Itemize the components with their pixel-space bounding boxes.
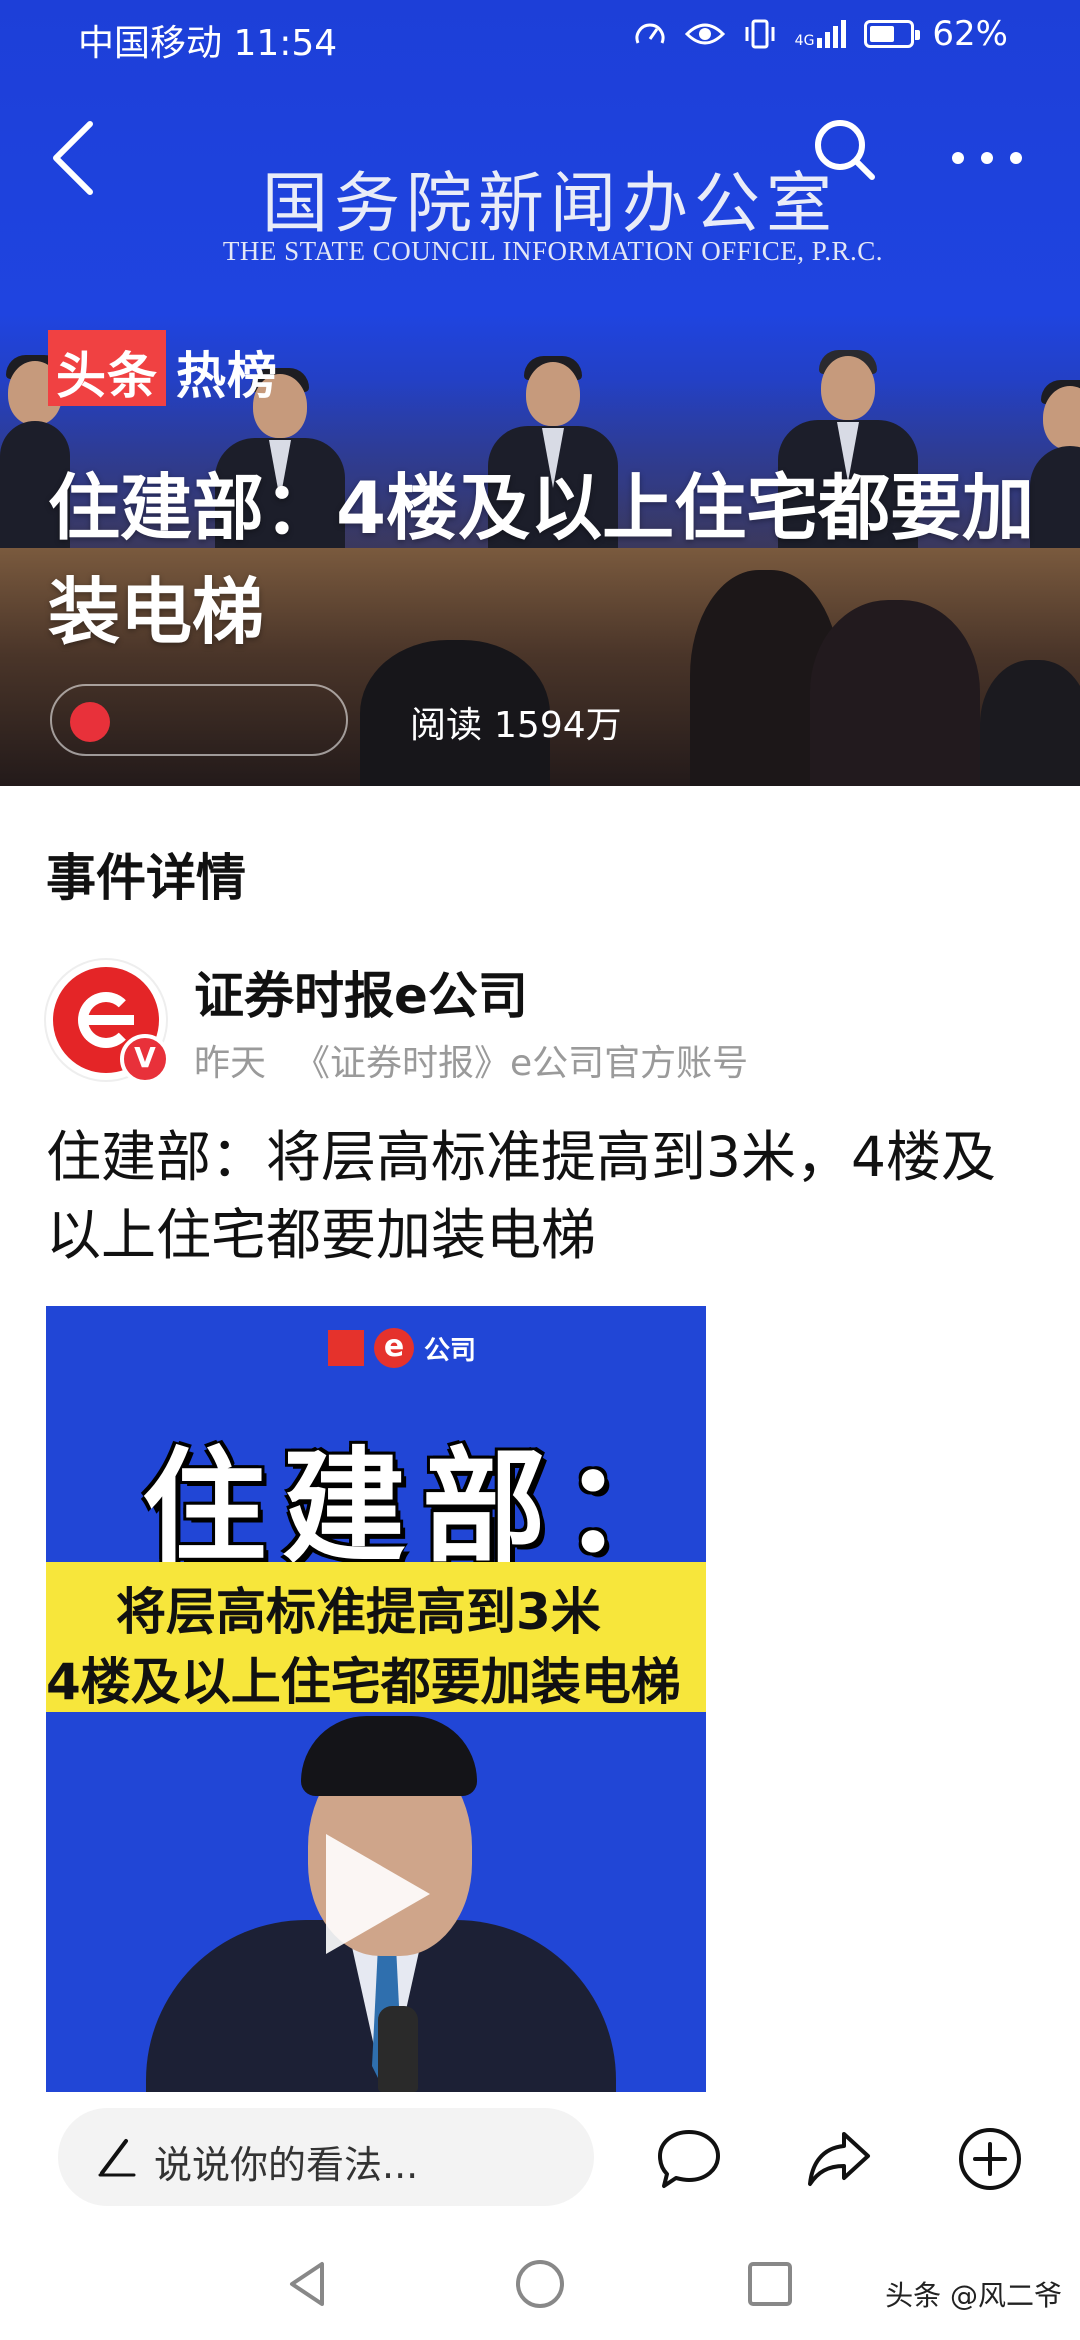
speaker-hair [301, 1716, 477, 1796]
comment-bar: 说说你的看法... [0, 2096, 1080, 2220]
play-icon[interactable] [326, 1834, 430, 1954]
comment-icon[interactable] [654, 2124, 724, 2194]
hot-list-badge[interactable]: 头条 热榜 [48, 330, 278, 406]
article-title[interactable]: 住建部：将层高标准提高到3米，4楼及以上住宅都要加装电梯 [46, 1118, 1046, 1274]
nav-back-icon[interactable] [280, 2254, 340, 2314]
video-caption-line2: 4楼及以上住宅都要加装电梯 [46, 1653, 681, 1711]
nav-recents-icon[interactable] [740, 2254, 800, 2314]
carrier-label: 中国移动 [78, 23, 223, 64]
pen-icon [98, 2139, 136, 2177]
watermark: 头条 @风二爷 [885, 2279, 1062, 2312]
video-caption-line1: 将层高标准提高到3米 [116, 1583, 601, 1641]
audience-silhouette [980, 660, 1080, 786]
author-name[interactable]: 证券时报e公司 [194, 956, 528, 1028]
badge-brand: 头条 [48, 330, 166, 406]
microphone [378, 2006, 418, 2092]
post-time: 昨天 [194, 1043, 267, 1084]
author-pill[interactable] [50, 684, 348, 756]
clock: 11:54 [233, 23, 338, 64]
speed-icon [635, 23, 665, 44]
vibrate-icon [745, 19, 775, 49]
logo-text: 公司 [424, 1335, 477, 1366]
comment-placeholder: 说说你的看法... [154, 2143, 419, 2187]
search-icon[interactable] [810, 115, 880, 185]
signal-icon: 4G [795, 20, 847, 48]
system-nav-bar: 头条 @风二爷 [0, 2230, 1080, 2340]
battery-icon [864, 20, 921, 48]
battery-level [870, 26, 895, 42]
backdrop-title-en: THE STATE COUNCIL INFORMATION OFFICE, P.… [222, 236, 884, 266]
more-horizontal-icon[interactable] [948, 128, 1026, 188]
chevron-left-icon[interactable] [44, 118, 104, 198]
section-title: 事件详情 [46, 849, 246, 907]
author-pill-avatar [70, 702, 110, 742]
read-label: 阅读 [410, 705, 483, 746]
plus-circle-icon[interactable] [955, 2124, 1025, 2194]
status-left: 中国移动 11:54 [78, 14, 337, 66]
network-type: 4G [794, 33, 815, 49]
status-bar: 中国移动 11:54 4G 62% [0, 0, 1080, 72]
author-meta: 昨天 《证券时报》e公司官方账号 [194, 1034, 748, 1086]
nav-home-icon[interactable] [510, 2254, 570, 2314]
video-big-caption: 住建部： [142, 1436, 703, 1580]
battery-percent: 62% [932, 14, 1008, 54]
verified-badge: V [120, 1034, 170, 1084]
video-logo: e 公司 [328, 1328, 476, 1368]
comment-input[interactable]: 说说你的看法... [58, 2108, 594, 2206]
status-right: 4G 62% [633, 14, 1008, 54]
logo-seal [328, 1330, 364, 1366]
eye-icon [684, 23, 725, 45]
backdrop-title-cn: 国务院新闻办公室 [262, 165, 838, 242]
share-icon[interactable] [804, 2124, 874, 2194]
logo-e: e [374, 1328, 414, 1368]
read-value: 1594万 [494, 705, 622, 746]
hero-headline: 住建部：4楼及以上住宅都要加装电梯 [48, 466, 1035, 654]
author-description: 《证券时报》e公司官方账号 [294, 1043, 749, 1084]
read-count: 阅读 1594万 [410, 696, 622, 748]
badge-label: 热榜 [176, 347, 278, 405]
video-thumbnail[interactable]: e 公司 住建部： 将层高标准提高到3米 4楼及以上住宅都要加装电梯 [46, 1306, 706, 2092]
